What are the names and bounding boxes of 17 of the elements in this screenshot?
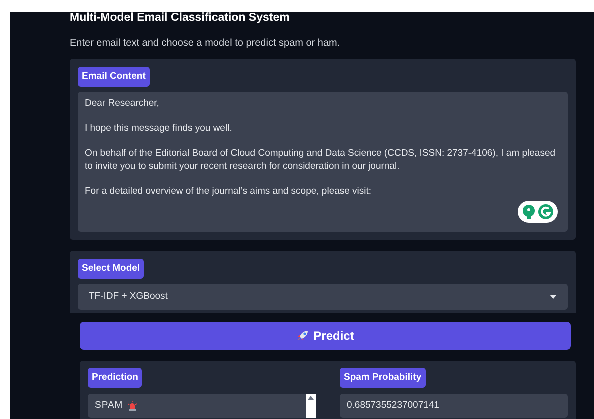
rocket-icon (296, 330, 309, 342)
field-label: Select Model (78, 259, 144, 279)
output-field[interactable]: 0.6857355237007141 (340, 394, 568, 418)
field-label: Prediction (88, 368, 142, 388)
page-title: Multi-Model Email Classification System (70, 12, 291, 24)
page-description: Enter email text and choose a model to predict spam or ham. (70, 38, 342, 50)
dropdown-caret-icon (550, 295, 557, 299)
field-label: Spam Probability (340, 368, 426, 388)
siren-icon (128, 401, 138, 411)
scroll-up-icon[interactable] (308, 396, 314, 400)
field-label: Email Content (78, 67, 150, 87)
predict-button[interactable]: Predict (80, 322, 571, 350)
scrollbar[interactable] (306, 394, 316, 418)
output-field[interactable]: SPAM (88, 394, 316, 418)
model-dropdown[interactable]: TF-IDF + XGBoost (78, 284, 568, 310)
writing-assistant-icon[interactable] (518, 201, 558, 223)
email-text-area[interactable]: Dear Researcher, I hope this message finds you well. On behalf of the Editorial Board of Cloud Computing and Data Science (CCDS, ISSN: 2737-4106), I am pleased to invite you to submit your recent research for consideration in our journal. For a detailed overview of the journal’s aims and scope, please visit: (78, 92, 568, 232)
